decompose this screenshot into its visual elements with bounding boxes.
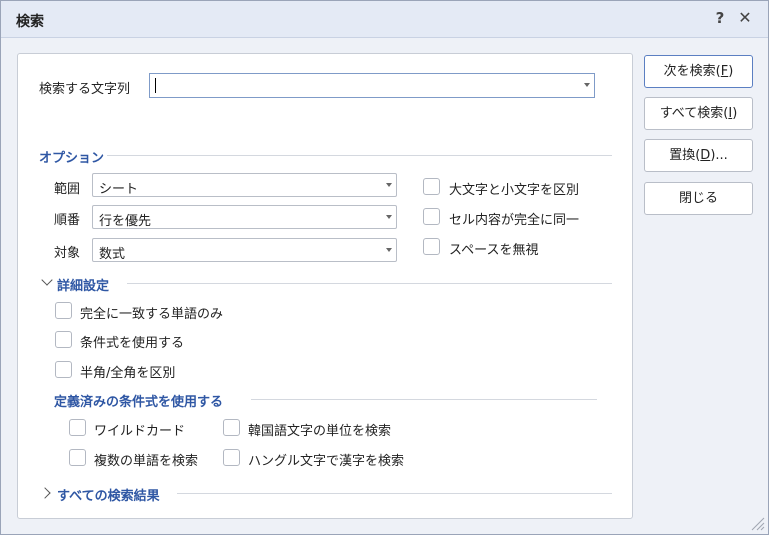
close-icon[interactable]: ✕ xyxy=(736,8,754,28)
whole-cell-label: セル内容が完全に同一 xyxy=(449,213,580,228)
use-condition-label: 条件式を使用する xyxy=(80,336,185,351)
korean-unit-label: 韓国語文字の単位を検索 xyxy=(248,424,392,439)
find-next-button[interactable]: 次を検索(F) xyxy=(644,55,753,88)
hangul-hanja-label: ハングル文字で漢字を検索 xyxy=(248,454,405,469)
results-section-title[interactable]: すべての検索結果 xyxy=(57,485,160,504)
hangul-hanja-checkbox[interactable] xyxy=(223,449,240,466)
find-all-label-end: ) xyxy=(732,106,738,121)
find-next-label-end: ) xyxy=(728,64,734,79)
target-label: 対象 xyxy=(54,246,81,261)
order-select[interactable]: 行を優先 xyxy=(92,205,397,229)
replace-label-end: )... xyxy=(710,148,728,163)
predefined-section-title: 定義済みの条件式を使用する xyxy=(54,395,224,410)
help-icon[interactable]: ? xyxy=(712,8,728,28)
resize-grip-icon[interactable] xyxy=(749,515,765,531)
replace-button[interactable]: 置換(D)... xyxy=(644,139,753,172)
korean-unit-checkbox[interactable] xyxy=(223,419,240,436)
options-divider xyxy=(107,155,612,156)
replace-label: 置換( xyxy=(669,148,701,163)
close-button[interactable]: 閉じる xyxy=(644,182,753,215)
match-case-label: 大文字と小文字を区別 xyxy=(449,183,580,198)
search-input[interactable] xyxy=(149,73,595,98)
range-select[interactable]: シート xyxy=(92,173,397,197)
order-label: 順番 xyxy=(54,213,81,228)
match-case-checkbox[interactable] xyxy=(423,178,440,195)
results-divider xyxy=(177,493,612,494)
options-section-title: オプション xyxy=(39,151,105,166)
advanced-section-title[interactable]: 詳細設定 xyxy=(57,275,109,294)
chevron-down-icon xyxy=(386,183,392,187)
close-label: 閉じる xyxy=(678,191,718,206)
chevron-down-icon[interactable] xyxy=(584,83,590,87)
wildcard-label: ワイルドカード xyxy=(94,424,186,439)
target-value: 数式 xyxy=(99,247,126,262)
range-label: 範囲 xyxy=(54,182,81,197)
order-value: 行を優先 xyxy=(99,214,152,229)
predefined-divider xyxy=(251,399,597,400)
whole-cell-checkbox[interactable] xyxy=(423,208,440,225)
range-value: シート xyxy=(99,182,139,197)
wildcard-checkbox[interactable] xyxy=(69,419,86,436)
chevron-down-icon xyxy=(386,215,392,219)
replace-accesskey: D xyxy=(700,148,711,163)
find-dialog: 検索 ? ✕ 検索する文字列 オプション 範囲 シート 順番 行を優先 対象 数… xyxy=(0,0,769,535)
dialog-title: 検索 xyxy=(16,14,44,30)
find-next-label: 次を検索( xyxy=(663,64,721,79)
multi-word-checkbox[interactable] xyxy=(69,449,86,466)
target-select[interactable]: 数式 xyxy=(92,238,397,262)
title-bar: 検索 ? ✕ xyxy=(1,1,768,38)
find-all-button[interactable]: すべて検索(I) xyxy=(644,97,753,130)
text-caret xyxy=(155,78,156,93)
ignore-space-label: スペースを無視 xyxy=(449,243,539,258)
search-label: 検索する文字列 xyxy=(39,82,131,97)
multi-word-label: 複数の単語を検索 xyxy=(94,454,199,469)
whole-word-checkbox[interactable] xyxy=(55,302,72,319)
find-all-label: すべて検索( xyxy=(659,106,729,121)
use-condition-checkbox[interactable] xyxy=(55,331,72,348)
half-full-width-label: 半角/全角を区別 xyxy=(80,366,176,381)
advanced-divider xyxy=(127,283,612,284)
half-full-width-checkbox[interactable] xyxy=(55,361,72,378)
ignore-space-checkbox[interactable] xyxy=(423,238,440,255)
whole-word-label: 完全に一致する単語のみ xyxy=(80,307,224,322)
chevron-down-icon xyxy=(386,248,392,252)
